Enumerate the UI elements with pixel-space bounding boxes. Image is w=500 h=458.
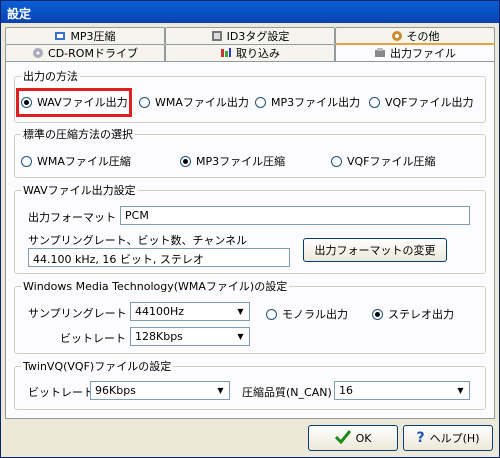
dropdown-arrow-icon[interactable]: ▼ [213,383,228,398]
cd-drive-icon [32,47,44,59]
tab-cdrom-drive[interactable]: CD-ROMドライブ [5,44,165,61]
output-method-legend: 出力の方法 [23,70,78,83]
question-mark-icon: ? [416,430,425,446]
wma-sampling-select[interactable]: 44100Hz ▼ [130,302,250,321]
radio-dot [21,155,32,167]
tab-id3-tags[interactable]: ID3タグ設定 [165,27,335,44]
wma-bitrate-label: ビットレート [60,332,126,345]
radio-stereo-output[interactable]: ステレオ出力 [372,306,454,322]
tab-other[interactable]: その他 [335,27,495,44]
change-format-button[interactable]: 出力フォーマットの変更 [303,238,447,262]
radio-dot [331,155,342,167]
output-file-panel: 出力の方法 WAVファイル出力 WMAファイル出力 MP3ファイル出力 VQFフ… [5,61,495,419]
radio-wav-output[interactable]: WAVファイル出力 [21,94,128,110]
radio-wma-compression[interactable]: WMAファイル圧縮 [21,153,131,169]
vqf-quality-select[interactable]: 16 ▼ [334,381,470,400]
checkmark-icon [334,429,351,447]
wav-details-field[interactable]: 44.100 kHz, 16 ビット, ステレオ [28,248,290,267]
radio-dot [139,96,150,108]
compression-legend: 標準の圧縮方法の選択 [23,128,133,141]
tab-import[interactable]: 取り込み [165,44,335,61]
import-icon [220,47,232,59]
wav-details-label: サンプリングレート、ビット数、チャンネル [28,234,248,247]
wav-settings-legend: WAVファイル出力設定 [23,184,136,197]
radio-dot [372,308,383,320]
tab-row-bottom: CD-ROMドライブ 取り込み 出力ファイル [5,43,495,61]
radio-mp3-output[interactable]: MP3ファイル出力 [255,94,360,110]
radio-dot [266,308,277,320]
vqf-bitrate-label: ビットレート [28,386,94,399]
dropdown-arrow-icon[interactable]: ▼ [233,329,248,344]
title-bar: 設定 [1,1,499,23]
other-settings-icon [391,30,403,42]
tab-output-file[interactable]: 出力ファイル [335,43,495,61]
ok-button[interactable]: OK [308,425,398,451]
radio-dot [180,155,191,167]
id3-tag-icon [211,30,223,42]
radio-mono-output[interactable]: モノラル出力 [266,306,348,322]
radio-wma-output[interactable]: WMAファイル出力 [139,94,249,110]
compression-method-group: 標準の圧縮方法の選択 [14,126,486,178]
wma-bitrate-select[interactable]: 128Kbps ▼ [130,327,250,346]
tab-row-top: MP3圧縮 ID3タグ設定 その他 [5,27,495,44]
radio-dot [255,96,266,108]
radio-vqf-compression[interactable]: VQFファイル圧縮 [331,153,436,169]
output-file-icon [374,47,386,59]
radio-vqf-output[interactable]: VQFファイル出力 [369,94,474,110]
settings-dialog: 設定 MP3圧縮 ID3タグ設定 その他 CD-ROMドライブ 取り込み 出力フ… [0,0,500,458]
radio-mp3-compression[interactable]: MP3ファイル圧縮 [180,153,285,169]
window-title: 設定 [7,7,32,21]
help-button[interactable]: ? ヘルプ(H) [403,425,493,451]
vqf-settings-legend: TwinVQ(VQF)ファイルの設定 [23,360,172,373]
radio-dot [21,96,32,108]
dropdown-arrow-icon[interactable]: ▼ [453,383,468,398]
tab-mp3-compression[interactable]: MP3圧縮 [5,27,165,44]
output-format-label: 出力フォーマット [28,211,116,224]
output-format-field[interactable]: PCM [120,206,470,225]
wma-settings-legend: Windows Media Technology(WMAファイル)の設定 [23,280,288,293]
vqf-quality-label: 圧縮品質(N_CAN) [242,386,332,399]
wma-sampling-label: サンプリングレート [28,307,127,320]
vqf-bitrate-select[interactable]: 96Kbps ▼ [90,381,230,400]
dropdown-arrow-icon[interactable]: ▼ [233,304,248,319]
radio-dot [369,96,380,108]
mp3-compress-icon [54,30,66,42]
